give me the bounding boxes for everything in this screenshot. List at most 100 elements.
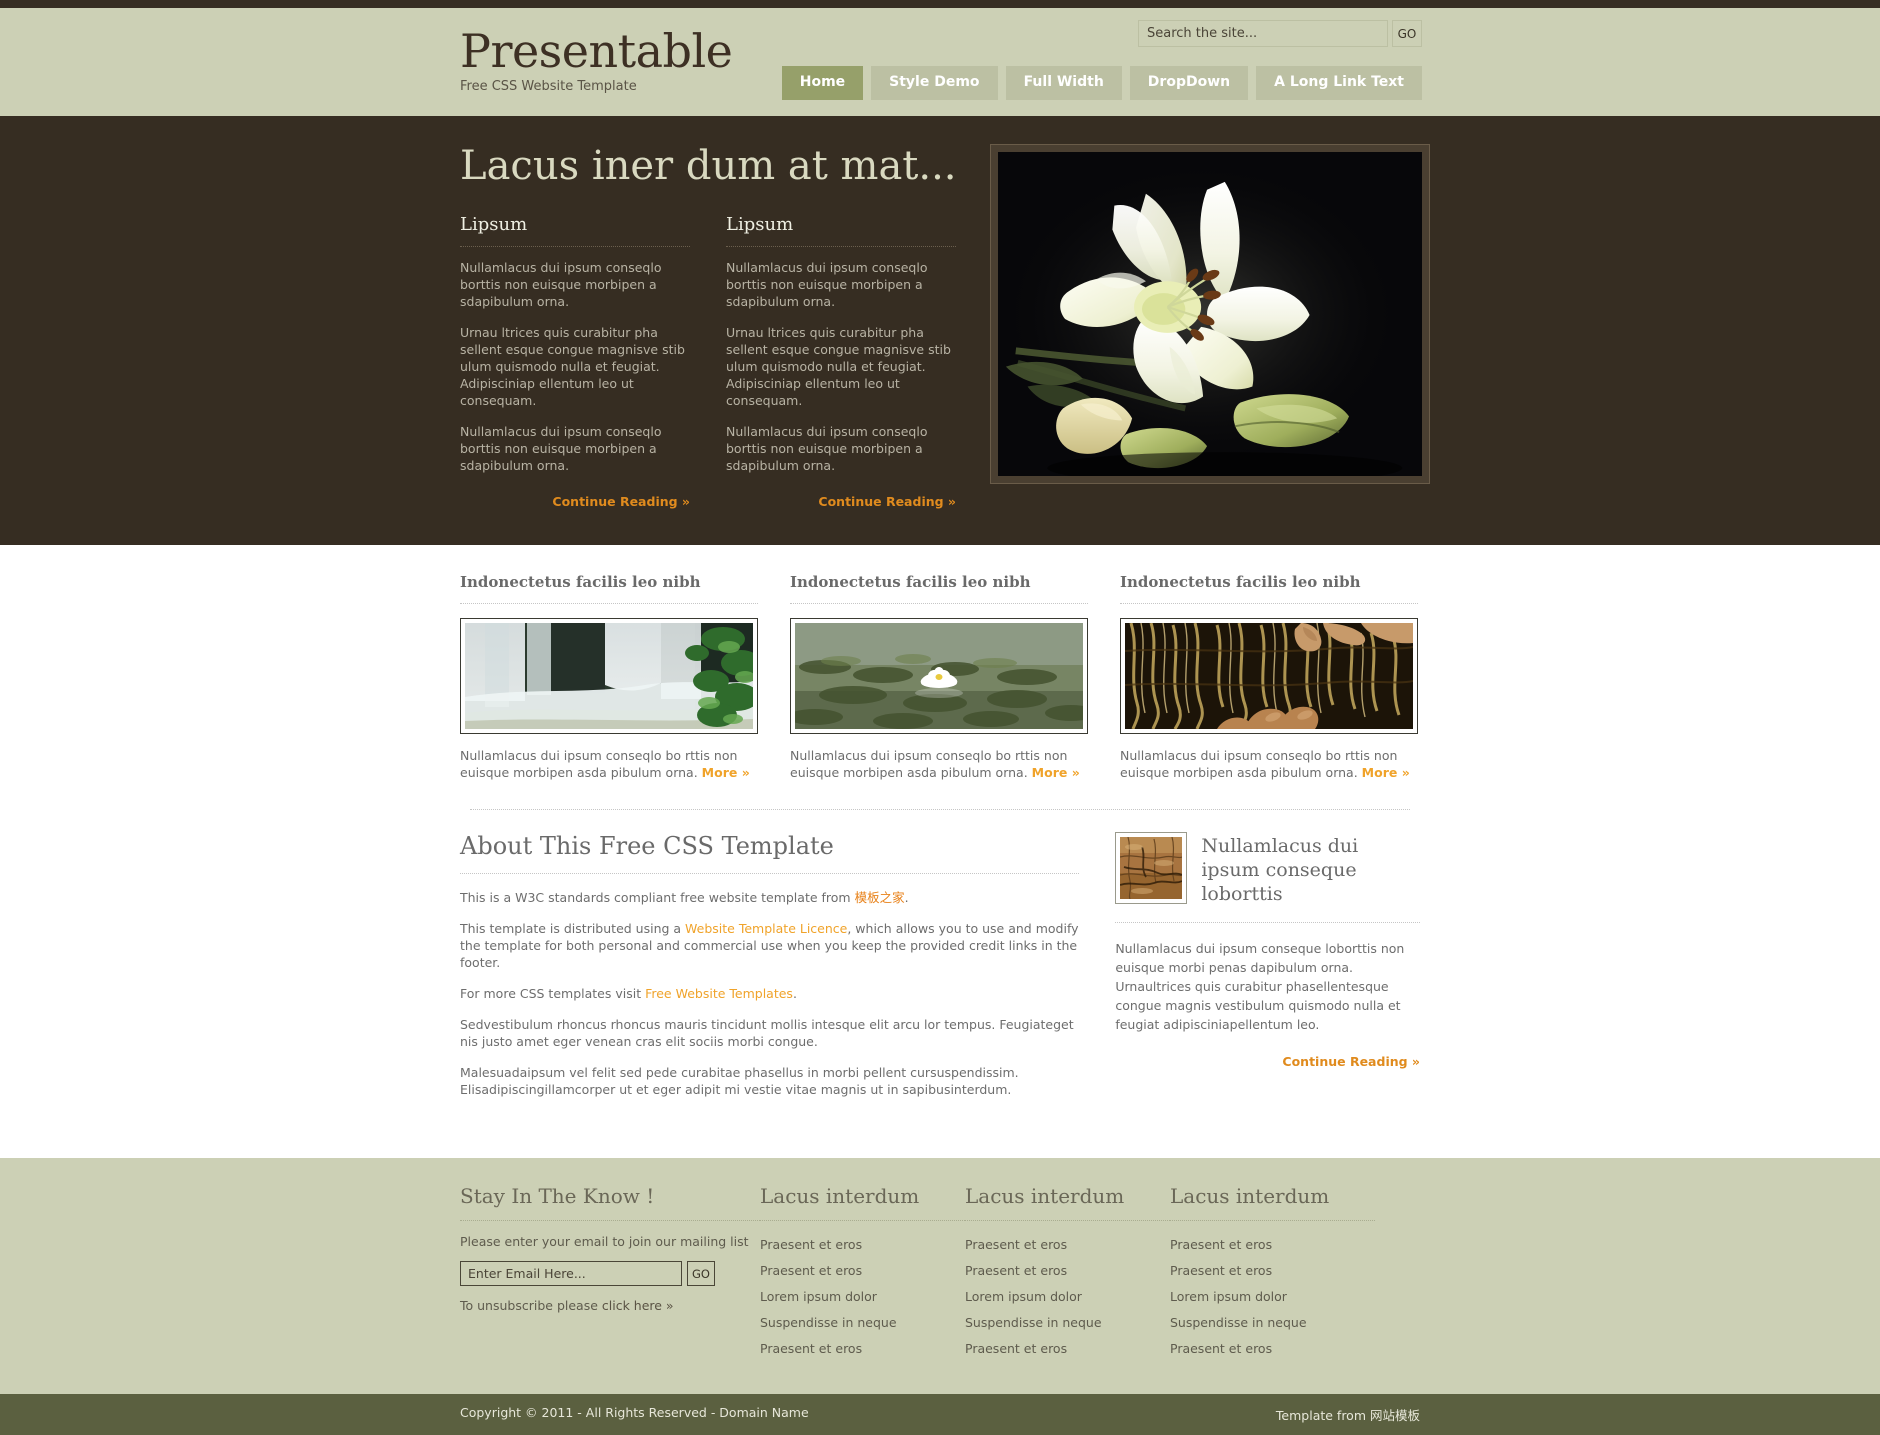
feature-1-more-link[interactable]: More » bbox=[702, 765, 750, 780]
unsubscribe-link[interactable]: click here » bbox=[602, 1298, 674, 1313]
nav-item-full-width[interactable]: Full Width bbox=[1005, 66, 1122, 100]
side-article-title: Nullamlacus dui ipsum conseque loborttis bbox=[1201, 835, 1359, 905]
footer-link[interactable]: Praesent et eros bbox=[965, 1263, 1067, 1278]
about-main-column: About This Free CSS Template This is a W… bbox=[460, 832, 1080, 1112]
top-accent-bar bbox=[0, 0, 1880, 8]
footer-link[interactable]: Praesent et eros bbox=[1170, 1237, 1272, 1252]
footer-links-column-2: Lacus interdum Praesent et eros Praesent… bbox=[965, 1184, 1170, 1364]
email-input[interactable] bbox=[460, 1261, 682, 1286]
footer-link[interactable]: Praesent et eros bbox=[760, 1237, 862, 1252]
lily-illustration bbox=[998, 152, 1422, 476]
hero-column-2-para-1: Nullamlacus dui ipsum conseqlo borttis n… bbox=[726, 260, 928, 309]
feature-2-heading: Indonectetus facilis leo nibh bbox=[790, 573, 1088, 604]
hero-image-area bbox=[980, 144, 1430, 509]
about-para-5: Malesuadaipsum vel felit sed pede curabi… bbox=[460, 1065, 1019, 1097]
side-article-body: Nullamlacus dui ipsum conseque loborttis… bbox=[1115, 941, 1405, 1032]
copyright-text: Copyright © 2011 - All Rights Reserved -… bbox=[460, 1405, 809, 1420]
hero-column-1-continue-link[interactable]: Continue Reading » bbox=[460, 494, 690, 509]
hero-column-1-para-3: Nullamlacus dui ipsum conseqlo borttis n… bbox=[460, 424, 662, 473]
hero-column-1-heading: Lipsum bbox=[460, 214, 690, 247]
search-go-button[interactable]: GO bbox=[1392, 20, 1422, 47]
waterfall-photo bbox=[465, 623, 753, 729]
side-continue-link[interactable]: Continue Reading » bbox=[1115, 1054, 1420, 1069]
footer-link[interactable]: Praesent et eros bbox=[1170, 1341, 1272, 1356]
footer-link[interactable]: Praesent et eros bbox=[760, 1341, 862, 1356]
site-footer: Stay In The Know ! Please enter your ema… bbox=[0, 1158, 1880, 1394]
list-item: Praesent et eros bbox=[1170, 1260, 1375, 1279]
feature-3-heading: Indonectetus facilis leo nibh bbox=[1120, 573, 1418, 604]
feature-1-thumb-frame[interactable] bbox=[460, 618, 758, 734]
list-item: Lorem ipsum dolor bbox=[760, 1286, 965, 1305]
template-credit-link[interactable]: 网站模板 bbox=[1370, 1408, 1420, 1423]
feature-2-text: Nullamlacus dui ipsum conseqlo bo rttis … bbox=[790, 748, 1080, 780]
footer-link-list: Praesent et eros Praesent et eros Lorem … bbox=[760, 1234, 965, 1357]
site-tagline: Free CSS Website Template bbox=[460, 79, 637, 94]
footer-link[interactable]: Praesent et eros bbox=[760, 1263, 862, 1278]
footer-link-list: Praesent et eros Praesent et eros Lorem … bbox=[1170, 1234, 1375, 1357]
tree-bark-hands-photo bbox=[1125, 623, 1413, 729]
footer-link[interactable]: Lorem ipsum dolor bbox=[760, 1289, 877, 1304]
side-thumb-frame[interactable] bbox=[1115, 832, 1188, 904]
footer-link[interactable]: Suspendisse in neque bbox=[1170, 1315, 1307, 1330]
feature-card: Indonectetus facilis leo nibh Nullamlacu… bbox=[1120, 573, 1418, 781]
newsletter-go-button[interactable]: GO bbox=[687, 1261, 715, 1286]
list-item: Praesent et eros bbox=[965, 1234, 1170, 1253]
hero-column-2-para-3: Nullamlacus dui ipsum conseqlo borttis n… bbox=[726, 424, 928, 473]
about-section: About This Free CSS Template This is a W… bbox=[0, 810, 1880, 1158]
features-section: Indonectetus facilis leo nibh Nullamlacu… bbox=[0, 545, 1880, 810]
footer-column-3-title: Lacus interdum bbox=[1170, 1184, 1375, 1221]
site-title: Presentable bbox=[460, 24, 733, 78]
footer-link[interactable]: Suspendisse in neque bbox=[760, 1315, 897, 1330]
list-item: Suspendisse in neque bbox=[1170, 1312, 1375, 1331]
section-divider bbox=[470, 809, 1410, 810]
list-item: Praesent et eros bbox=[760, 1234, 965, 1253]
about-licence-link[interactable]: Website Template Licence bbox=[685, 921, 847, 936]
nav-item-dropdown[interactable]: DropDown bbox=[1129, 66, 1249, 100]
hero-title: Lacus iner dum at mat... bbox=[460, 143, 957, 189]
search-input[interactable] bbox=[1138, 20, 1388, 47]
feature-3-more-link[interactable]: More » bbox=[1362, 765, 1410, 780]
nav-item-style-demo[interactable]: Style Demo bbox=[871, 66, 998, 100]
footer-link[interactable]: Lorem ipsum dolor bbox=[965, 1289, 1082, 1304]
list-item: Lorem ipsum dolor bbox=[965, 1286, 1170, 1305]
list-item: Praesent et eros bbox=[1170, 1338, 1375, 1357]
nav-item-home[interactable]: Home bbox=[781, 66, 864, 100]
about-templates-link[interactable]: Free Website Templates bbox=[645, 986, 793, 1001]
site-header: Presentable Free CSS Website Template GO… bbox=[0, 8, 1880, 116]
side-article-header: Nullamlacus dui ipsum conseque loborttis bbox=[1115, 832, 1420, 923]
about-source-link[interactable]: 模板之家 bbox=[855, 890, 905, 905]
hero-text-area: Lacus iner dum at mat... Lipsum Nullamla… bbox=[450, 144, 980, 509]
footer-link[interactable]: Praesent et eros bbox=[965, 1341, 1067, 1356]
unsubscribe-text: To unsubscribe please click here » bbox=[460, 1298, 674, 1313]
newsletter-form: GO bbox=[460, 1261, 760, 1286]
footer-link[interactable]: Praesent et eros bbox=[965, 1237, 1067, 1252]
feature-2-more-link[interactable]: More » bbox=[1032, 765, 1080, 780]
list-item: Praesent et eros bbox=[760, 1260, 965, 1279]
footer-link[interactable]: Suspendisse in neque bbox=[965, 1315, 1102, 1330]
about-para-1: This is a W3C standards compliant free w… bbox=[460, 890, 909, 905]
hero-column-2: Lipsum Nullamlacus dui ipsum conseqlo bo… bbox=[726, 214, 956, 509]
list-item: Lorem ipsum dolor bbox=[1170, 1286, 1375, 1305]
water-lily-pond-photo bbox=[795, 623, 1083, 729]
hero-column-1-para-2: Urnau ltrices quis curabitur pha sellent… bbox=[460, 325, 685, 408]
about-title: About This Free CSS Template bbox=[460, 832, 1080, 874]
hero-column-2-continue-link[interactable]: Continue Reading » bbox=[726, 494, 956, 509]
nav-item-a-long-link-text[interactable]: A Long Link Text bbox=[1256, 66, 1422, 100]
template-credit: Template from 网站模板 bbox=[1275, 1408, 1420, 1423]
hero-column-1: Lipsum Nullamlacus dui ipsum conseqlo bo… bbox=[460, 214, 690, 509]
feature-3-thumb-frame[interactable] bbox=[1120, 618, 1418, 734]
hero-photo-frame bbox=[990, 144, 1430, 484]
hero-column-2-para-2: Urnau ltrices quis curabitur pha sellent… bbox=[726, 325, 951, 408]
list-item: Praesent et eros bbox=[965, 1338, 1170, 1357]
list-item: Praesent et eros bbox=[965, 1260, 1170, 1279]
footer-link[interactable]: Praesent et eros bbox=[1170, 1263, 1272, 1278]
feature-2-thumb-frame[interactable] bbox=[790, 618, 1088, 734]
brand[interactable]: Presentable Free CSS Website Template bbox=[460, 24, 733, 94]
list-item: Suspendisse in neque bbox=[760, 1312, 965, 1331]
feature-1-heading: Indonectetus facilis leo nibh bbox=[460, 573, 758, 604]
dry-cracked-earth-thumbnail bbox=[1120, 837, 1183, 899]
about-para-2: This template is distributed using a Web… bbox=[460, 921, 1079, 970]
footer-column-2-title: Lacus interdum bbox=[965, 1184, 1170, 1221]
footer-link[interactable]: Lorem ipsum dolor bbox=[1170, 1289, 1287, 1304]
list-item: Praesent et eros bbox=[1170, 1234, 1375, 1253]
